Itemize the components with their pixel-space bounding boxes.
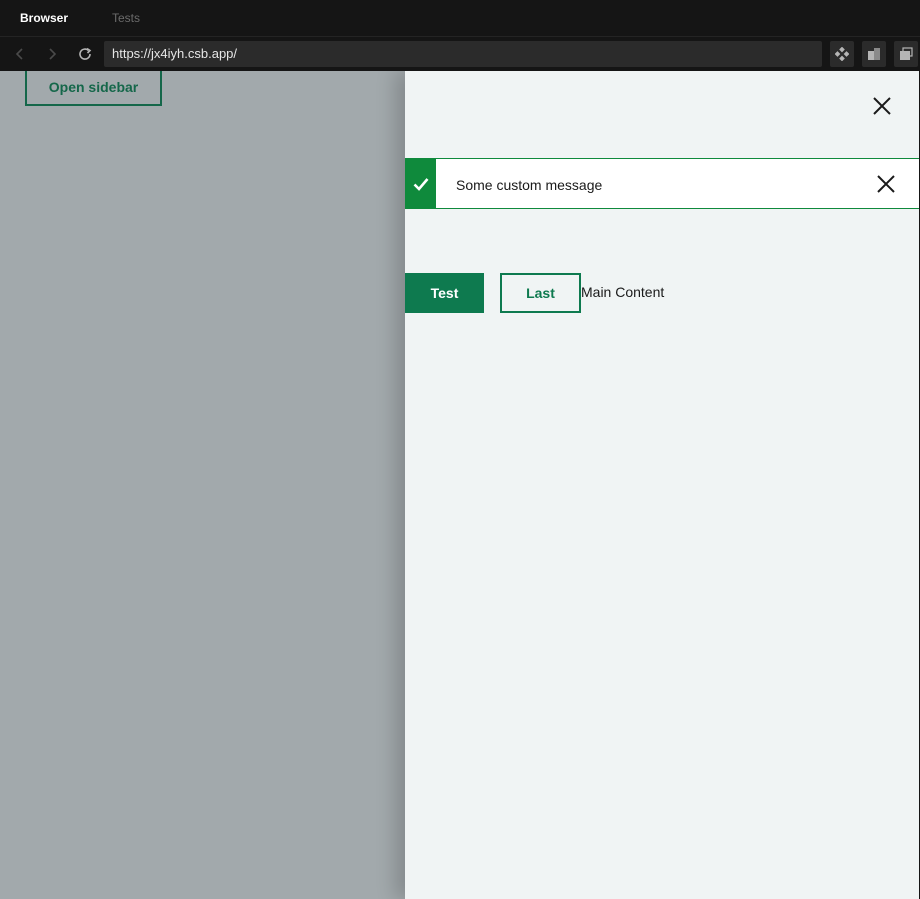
browser-tab-bar: Browser Tests [0,0,920,37]
tab-browser[interactable]: Browser [20,11,68,25]
main-content-text: Main Content [581,284,665,300]
checkmark-icon [405,158,436,209]
reload-icon[interactable] [74,43,96,65]
close-icon[interactable] [869,93,895,119]
last-button[interactable]: Last [500,273,581,313]
tab-tests[interactable]: Tests [112,11,140,25]
forward-arrow-icon[interactable] [41,43,63,65]
success-alert: Some custom message [405,158,919,209]
url-input[interactable]: https://jx4iyh.csb.app/ [104,41,822,67]
split-view-icon[interactable] [862,41,886,67]
address-bar-row: https://jx4iyh.csb.app/ [0,37,920,71]
open-sidebar-button[interactable]: Open sidebar [25,71,162,106]
sidebar-panel: Some custom message Test Last Main Conte… [405,71,919,899]
alert-close-icon[interactable] [875,173,897,195]
page-viewport: Open sidebar Some custom message Test La… [0,71,919,899]
back-arrow-icon[interactable] [9,43,31,65]
codesandbox-icon[interactable] [830,41,854,67]
test-button[interactable]: Test [405,273,484,313]
modal-backdrop[interactable] [0,71,405,899]
new-window-icon[interactable] [894,41,918,67]
alert-message: Some custom message [456,177,603,193]
